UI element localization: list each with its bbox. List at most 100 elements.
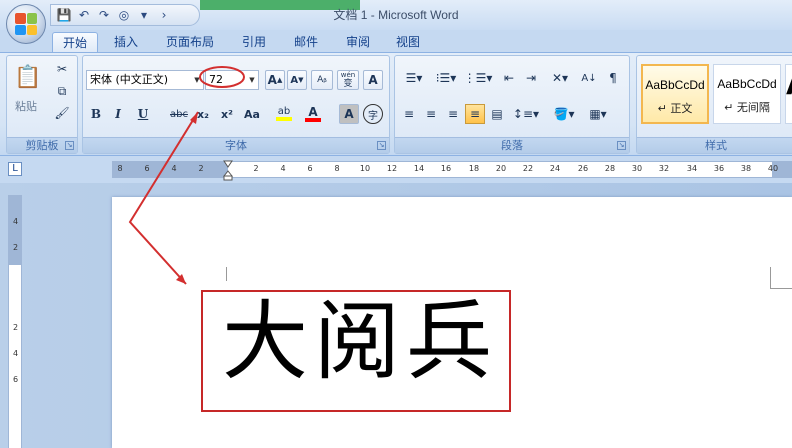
- align-center-icon[interactable]: ≡: [421, 104, 441, 124]
- ruler-track[interactable]: 8 6 4 2 2 4 6 8 10 12 14 16 18 20 22 24 …: [112, 161, 792, 178]
- dialog-launcher-icon[interactable]: ↘: [617, 141, 626, 150]
- char-border-button[interactable]: A: [363, 70, 383, 90]
- tab-view[interactable]: 视图: [386, 32, 430, 52]
- font-color-button[interactable]: A: [301, 104, 325, 124]
- tab-references[interactable]: 引用: [232, 32, 276, 52]
- multilevel-icon[interactable]: ⋮☰▾: [463, 68, 493, 88]
- char-shading-button[interactable]: A: [339, 104, 359, 124]
- bullets-icon[interactable]: ☰▾: [399, 68, 429, 88]
- copy-icon[interactable]: ⧉: [53, 82, 71, 100]
- vruler-number: 4: [12, 349, 19, 358]
- vertical-ruler[interactable]: 4 2 2 4 6: [8, 195, 22, 448]
- grow-font-button[interactable]: A ▲: [265, 70, 285, 90]
- clipboard-group: 📋 粘贴 ✂ ⧉ 🖌 剪贴板 ↘: [6, 55, 78, 154]
- underline-button[interactable]: U: [131, 104, 155, 124]
- tab-home[interactable]: 开始: [52, 32, 99, 52]
- crop-mark: [226, 267, 227, 281]
- ruler-number: 32: [658, 164, 670, 173]
- shrink-font-button[interactable]: A ▼: [287, 70, 307, 90]
- line-spacing-icon[interactable]: ↕≡▾: [511, 104, 541, 124]
- highlight-label: ab: [277, 106, 291, 117]
- align-left-icon[interactable]: ≡: [399, 104, 419, 124]
- horizontal-ruler: L 8 6 4 2 2 4 6 8 10 12 14 16 18 20 22 2…: [0, 157, 792, 183]
- highlight-button[interactable]: ab: [271, 104, 297, 124]
- paste-icon[interactable]: 📋: [13, 62, 43, 92]
- ruler-number: 6: [144, 164, 150, 173]
- indent-marker-icon[interactable]: [223, 159, 233, 181]
- asian-layout-icon[interactable]: ✕▾: [545, 68, 575, 88]
- ruler-number: 24: [549, 164, 561, 173]
- ruler-number: 40: [767, 164, 779, 173]
- phonetic-guide-button[interactable]: wén 变: [337, 70, 359, 90]
- ruler-number: 4: [280, 164, 286, 173]
- italic-button[interactable]: I: [109, 104, 127, 124]
- cut-icon[interactable]: ✂: [53, 60, 71, 78]
- vruler-number: 6: [12, 375, 19, 384]
- style-sample: AaBbCcDd: [717, 77, 777, 91]
- styles-group-label: 样式: [637, 137, 792, 153]
- superscript-button[interactable]: x²: [217, 104, 237, 124]
- highlight-swatch: [276, 117, 292, 121]
- document-text[interactable]: 大阅兵: [222, 292, 498, 392]
- tab-mailings[interactable]: 邮件: [284, 32, 328, 52]
- style-no-spacing[interactable]: AaBbCcDd ↵ 无间隔: [713, 64, 781, 124]
- ruler-number: 38: [740, 164, 752, 173]
- ruler-number: 8: [334, 164, 340, 173]
- ruler-number: 8: [117, 164, 123, 173]
- ruler-number: 2: [253, 164, 259, 173]
- ruler-number: 22: [522, 164, 534, 173]
- window-title: 文档 1 - Microsoft Word: [333, 8, 459, 22]
- justify-icon[interactable]: ≡: [465, 104, 485, 124]
- subscript-button[interactable]: x₂: [193, 104, 213, 124]
- ribbon-tabs: 开始 插入 页面布局 引用 邮件 审阅 视图: [0, 30, 792, 52]
- font-color-label: A: [308, 104, 318, 119]
- paragraph-group-label: 段落: [395, 137, 629, 153]
- style-normal[interactable]: AaBbCcDd ↵ 正文: [641, 64, 709, 124]
- font-name-combo[interactable]: 宋体 (中文正文) ▼: [86, 70, 204, 90]
- style-name: ↵ 无间隔: [724, 101, 770, 114]
- bian-label: 变: [343, 79, 353, 89]
- numbering-icon[interactable]: ⁝☰▾: [431, 68, 461, 88]
- change-case-button[interactable]: Aa: [239, 104, 265, 124]
- style-sample: AaBbCcDd: [645, 78, 705, 92]
- tab-review[interactable]: 审阅: [336, 32, 380, 52]
- ruler-number: 30: [631, 164, 643, 173]
- borders-icon[interactable]: ▦▾: [583, 104, 613, 124]
- ruler-number: 10: [359, 164, 371, 173]
- strikethrough-button[interactable]: abc: [167, 104, 191, 124]
- shrink-font-label: A: [290, 74, 299, 86]
- show-marks-icon[interactable]: ¶: [603, 68, 623, 88]
- font-name-value: 宋体 (中文正文): [90, 73, 169, 86]
- distribute-icon[interactable]: ▤: [487, 104, 507, 124]
- ruler-number: 26: [577, 164, 589, 173]
- style-heading-partial[interactable]: A: [785, 64, 792, 124]
- office-button[interactable]: [6, 4, 46, 44]
- sort-icon[interactable]: A↓: [579, 68, 599, 88]
- paste-label[interactable]: 粘贴: [15, 98, 37, 114]
- ruler-number: 12: [386, 164, 398, 173]
- dialog-launcher-icon[interactable]: ↘: [377, 141, 386, 150]
- vruler-number: 2: [12, 243, 19, 252]
- ruler-number: 6: [307, 164, 313, 173]
- ruler-number: 34: [686, 164, 698, 173]
- ruler-number: 2: [198, 164, 204, 173]
- style-name: ↵ 正文: [657, 102, 693, 115]
- ruler-number: 20: [495, 164, 507, 173]
- dialog-launcher-icon[interactable]: ↘: [65, 141, 74, 150]
- shading-icon[interactable]: 🪣▾: [549, 104, 579, 124]
- vruler-margin-top: [9, 195, 21, 265]
- enclose-char-button[interactable]: 字: [363, 104, 383, 124]
- tab-page-layout[interactable]: 页面布局: [156, 32, 224, 52]
- clear-format-button[interactable]: Aᵦ: [311, 70, 333, 90]
- bold-button[interactable]: B: [87, 104, 105, 124]
- align-right-icon[interactable]: ≡: [443, 104, 463, 124]
- format-painter-icon[interactable]: 🖌: [53, 104, 71, 122]
- font-size-combo[interactable]: 72 ▼: [205, 70, 259, 90]
- tab-selector[interactable]: L: [8, 162, 22, 176]
- decrease-indent-icon[interactable]: ⇤: [499, 68, 519, 88]
- chevron-down-icon: ▼: [249, 76, 255, 84]
- tab-insert[interactable]: 插入: [104, 32, 148, 52]
- increase-indent-icon[interactable]: ⇥: [521, 68, 541, 88]
- font-size-value: 72: [209, 73, 223, 86]
- ruler-number: 16: [440, 164, 452, 173]
